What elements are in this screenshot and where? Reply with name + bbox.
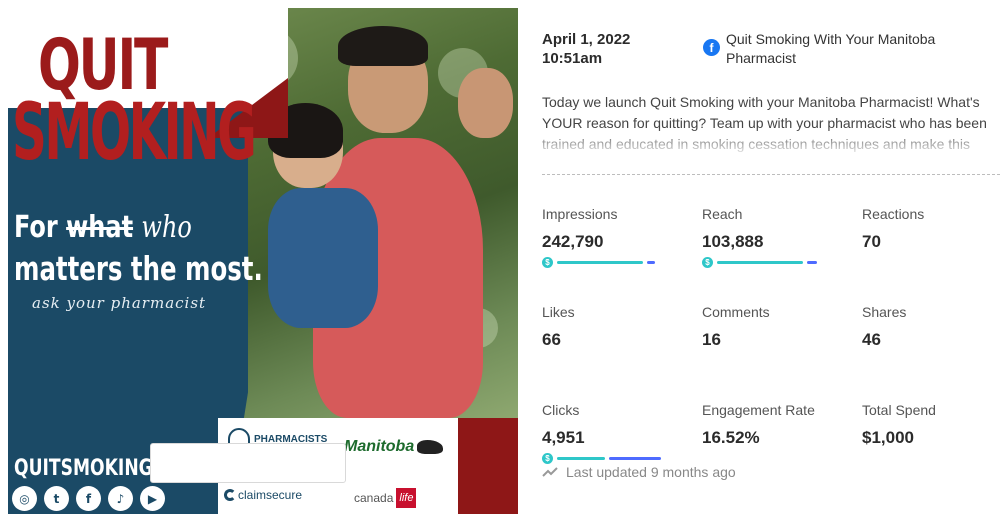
tagline-line2: matters the most. bbox=[14, 249, 263, 288]
paid-dollar-icon: $ bbox=[702, 257, 713, 268]
metric-clicks: Clicks 4,951 $ bbox=[542, 401, 661, 464]
divider bbox=[542, 174, 1000, 175]
overlay-box bbox=[150, 443, 346, 483]
tiktok-icon: ♪ bbox=[108, 486, 133, 511]
paid-dollar-icon: $ bbox=[542, 453, 553, 464]
page-link[interactable]: f Quit Smoking With Your Manitoba Pharma… bbox=[703, 30, 966, 68]
clicks-bar: $ bbox=[542, 453, 661, 464]
post-date: April 1, 2022 10:51am bbox=[542, 30, 630, 68]
organic-bar bbox=[647, 261, 655, 264]
bison-icon bbox=[417, 439, 444, 454]
metric-comments: Comments 16 bbox=[702, 304, 770, 349]
last-updated: Last updated 9 months ago bbox=[542, 464, 736, 480]
page-name[interactable]: Quit Smoking With Your Manitoba Pharmaci… bbox=[726, 30, 966, 68]
manitoba-logo: Manitoba bbox=[344, 438, 444, 456]
paid-bar bbox=[557, 457, 605, 460]
metric-impressions: Impressions 242,790 $ bbox=[542, 205, 655, 268]
ask-pharmacist-text: ask your pharmacist bbox=[32, 294, 207, 312]
instagram-icon: ◎ bbox=[12, 486, 37, 511]
tagline-line1: For what who bbox=[14, 213, 192, 243]
metric-shares: Shares 46 bbox=[862, 304, 907, 349]
trend-icon bbox=[542, 467, 558, 477]
claimsecure-logo: claimsecure bbox=[224, 488, 302, 502]
claimsecure-mark-icon bbox=[224, 489, 236, 501]
organic-bar bbox=[609, 457, 661, 460]
paid-bar bbox=[717, 261, 803, 264]
facebook-icon: f bbox=[703, 39, 720, 56]
ad-creative-image: QUIT SMOKING For what who matters the mo… bbox=[8, 8, 518, 514]
headline-smoking: SMOKING bbox=[12, 88, 257, 178]
paid-dollar-icon: $ bbox=[542, 257, 553, 268]
twitter-icon: t bbox=[44, 486, 69, 511]
metric-reactions: Reactions 70 bbox=[862, 206, 925, 251]
social-icons: ◎ t f ♪ ▶ bbox=[12, 486, 165, 511]
metric-likes: Likes 66 bbox=[542, 304, 575, 349]
youtube-icon: ▶ bbox=[140, 486, 165, 511]
tagline-for: For bbox=[14, 210, 58, 245]
tagline-what: what bbox=[66, 210, 134, 245]
organic-bar bbox=[807, 261, 817, 264]
reach-bar: $ bbox=[702, 257, 817, 268]
metric-total-spend: Total Spend $1,000 bbox=[862, 402, 936, 447]
impressions-bar: $ bbox=[542, 257, 655, 268]
post-date-time: 10:51am bbox=[542, 50, 603, 67]
paid-bar bbox=[557, 261, 643, 264]
metric-reach: Reach 103,888 $ bbox=[702, 205, 817, 268]
facebook-icon: f bbox=[76, 486, 101, 511]
canada-life-logo: canada life bbox=[354, 488, 417, 508]
tagline-who: who bbox=[141, 210, 192, 245]
last-updated-text: Last updated 9 months ago bbox=[566, 464, 736, 480]
metric-engagement-rate: Engagement Rate 16.52% bbox=[702, 402, 815, 447]
post-date-day: April 1, 2022 bbox=[542, 31, 631, 48]
